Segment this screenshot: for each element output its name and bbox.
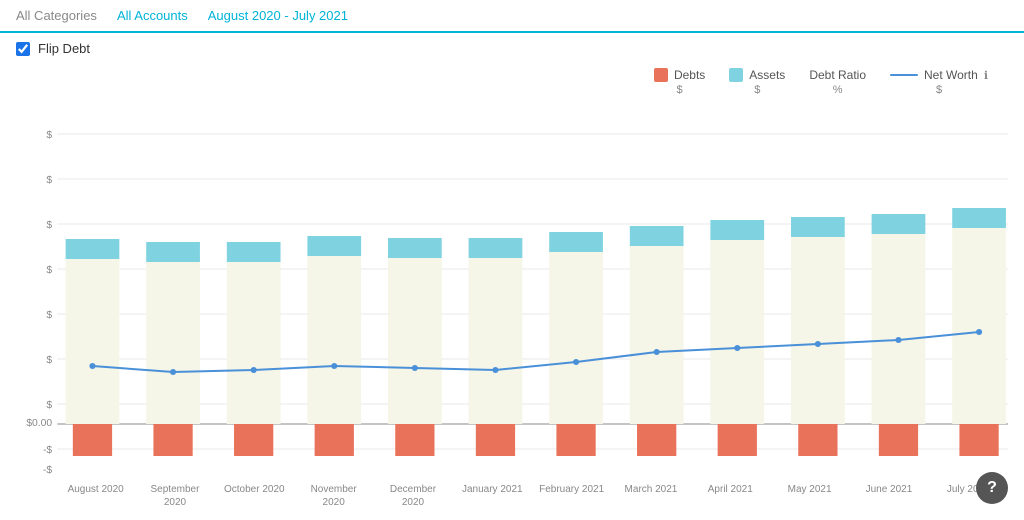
svg-text:-$: -$ [43, 465, 53, 476]
legend-debt-ratio: Debt Ratio % [809, 68, 866, 96]
all-accounts-tab[interactable]: All Accounts [117, 8, 188, 23]
chart-container: Debts $ Assets $ Debt Ratio % Net Worth … [0, 64, 1024, 504]
asset-bar-3 [227, 242, 281, 262]
x-label-3: October 2020 [219, 483, 289, 509]
debt-bar-8 [637, 424, 676, 456]
legend-net-worth-label: Net Worth [924, 68, 978, 82]
net-worth-dot-6 [492, 367, 498, 373]
bar-bg-9 [710, 240, 764, 424]
bar-bg-8 [630, 246, 684, 424]
legend-debt-ratio-label: Debt Ratio [809, 68, 866, 82]
x-axis-labels: August 2020 September 2020 October 2020 … [16, 479, 1008, 509]
legend-debts-unit: $ [677, 84, 683, 96]
net-worth-dot-10 [815, 341, 821, 347]
asset-bar-9 [710, 220, 764, 240]
x-label-8: March 2021 [616, 483, 686, 509]
svg-text:$: $ [46, 130, 52, 141]
asset-bar-2 [146, 242, 200, 262]
debt-bar-5 [395, 424, 434, 456]
legend-debt-ratio-unit: % [833, 84, 843, 96]
x-label-6: January 2021 [457, 483, 527, 509]
x-label-11: June 2021 [854, 483, 924, 509]
asset-bar-11 [872, 214, 926, 234]
net-worth-dot-5 [412, 365, 418, 371]
debt-bar-4 [315, 424, 354, 456]
assets-swatch [729, 68, 743, 82]
info-icon[interactable]: ℹ [984, 69, 988, 82]
debts-swatch [654, 68, 668, 82]
svg-text:$: $ [46, 265, 52, 276]
legend-debts: Debts $ [654, 68, 705, 96]
bar-bg-12 [952, 228, 1006, 424]
legend-net-worth-unit: $ [936, 84, 942, 96]
x-label-5: December 2020 [378, 483, 448, 509]
net-worth-dot-3 [251, 367, 257, 373]
bar-bg-3 [227, 262, 281, 424]
net-worth-line [92, 332, 979, 372]
net-worth-dot-12 [976, 329, 982, 335]
debt-bar-3 [234, 424, 273, 456]
flip-debt-checkbox[interactable] [16, 42, 30, 56]
legend-assets-unit: $ [754, 84, 760, 96]
x-label-4: November 2020 [299, 483, 369, 509]
asset-bar-12 [952, 208, 1006, 228]
flip-debt-row: Flip Debt [0, 33, 1024, 64]
net-worth-dot-9 [734, 345, 740, 351]
bar-bg-4 [307, 256, 361, 424]
debt-bar-10 [798, 424, 837, 456]
help-button[interactable]: ? [976, 472, 1008, 504]
top-bar: All Categories All Accounts August 2020 … [0, 0, 1024, 33]
asset-bar-7 [549, 232, 603, 252]
net-worth-dot-1 [89, 363, 95, 369]
net-worth-dot-2 [170, 369, 176, 375]
bar-bg-7 [549, 252, 603, 424]
legend-assets: Assets $ [729, 68, 785, 96]
debt-bar-6 [476, 424, 515, 456]
all-categories-tab[interactable]: All Categories [16, 8, 97, 23]
bar-bg-6 [469, 258, 523, 424]
legend-debts-label: Debts [674, 68, 705, 82]
asset-bar-1 [66, 239, 120, 259]
legend: Debts $ Assets $ Debt Ratio % Net Worth … [16, 64, 1008, 100]
asset-bar-6 [469, 238, 523, 258]
debt-bar-11 [879, 424, 918, 456]
x-label-10: May 2021 [775, 483, 845, 509]
svg-text:$: $ [46, 310, 52, 321]
net-worth-dot-8 [654, 349, 660, 355]
debt-bar-7 [556, 424, 595, 456]
net-worth-dot-7 [573, 359, 579, 365]
svg-text:$: $ [46, 220, 52, 231]
flip-debt-label: Flip Debt [38, 41, 90, 56]
svg-text:-$: -$ [43, 445, 53, 456]
bar-bg-10 [791, 237, 845, 424]
chart-area: $ $ $ $ $ $ $ $0.00 -$ -$ [16, 104, 1008, 479]
chart-svg: $ $ $ $ $ $ $ $0.00 -$ -$ [16, 104, 1008, 479]
debt-bar-1 [73, 424, 112, 456]
bar-bg-11 [872, 234, 926, 424]
debt-bar-2 [153, 424, 192, 456]
net-worth-dot-11 [895, 337, 901, 343]
asset-bar-5 [388, 238, 442, 258]
debt-bar-9 [718, 424, 757, 456]
x-label-2: September 2020 [140, 483, 210, 509]
legend-net-worth: Net Worth ℹ $ [890, 68, 988, 96]
bar-bg-2 [146, 262, 200, 424]
svg-text:$: $ [46, 400, 52, 411]
asset-bar-10 [791, 217, 845, 237]
net-worth-swatch [890, 74, 918, 76]
x-label-1: August 2020 [61, 483, 131, 509]
date-range-tab[interactable]: August 2020 - July 2021 [208, 8, 348, 23]
svg-text:$: $ [46, 175, 52, 186]
net-worth-dot-4 [331, 363, 337, 369]
debt-bar-12 [959, 424, 998, 456]
bar-bg-5 [388, 258, 442, 424]
legend-assets-label: Assets [749, 68, 785, 82]
asset-bar-4 [307, 236, 361, 256]
x-label-7: February 2021 [537, 483, 607, 509]
asset-bar-8 [630, 226, 684, 246]
svg-text:$: $ [46, 355, 52, 366]
bar-bg-1 [66, 259, 120, 424]
svg-text:$0.00: $0.00 [26, 418, 52, 429]
x-label-9: April 2021 [695, 483, 765, 509]
